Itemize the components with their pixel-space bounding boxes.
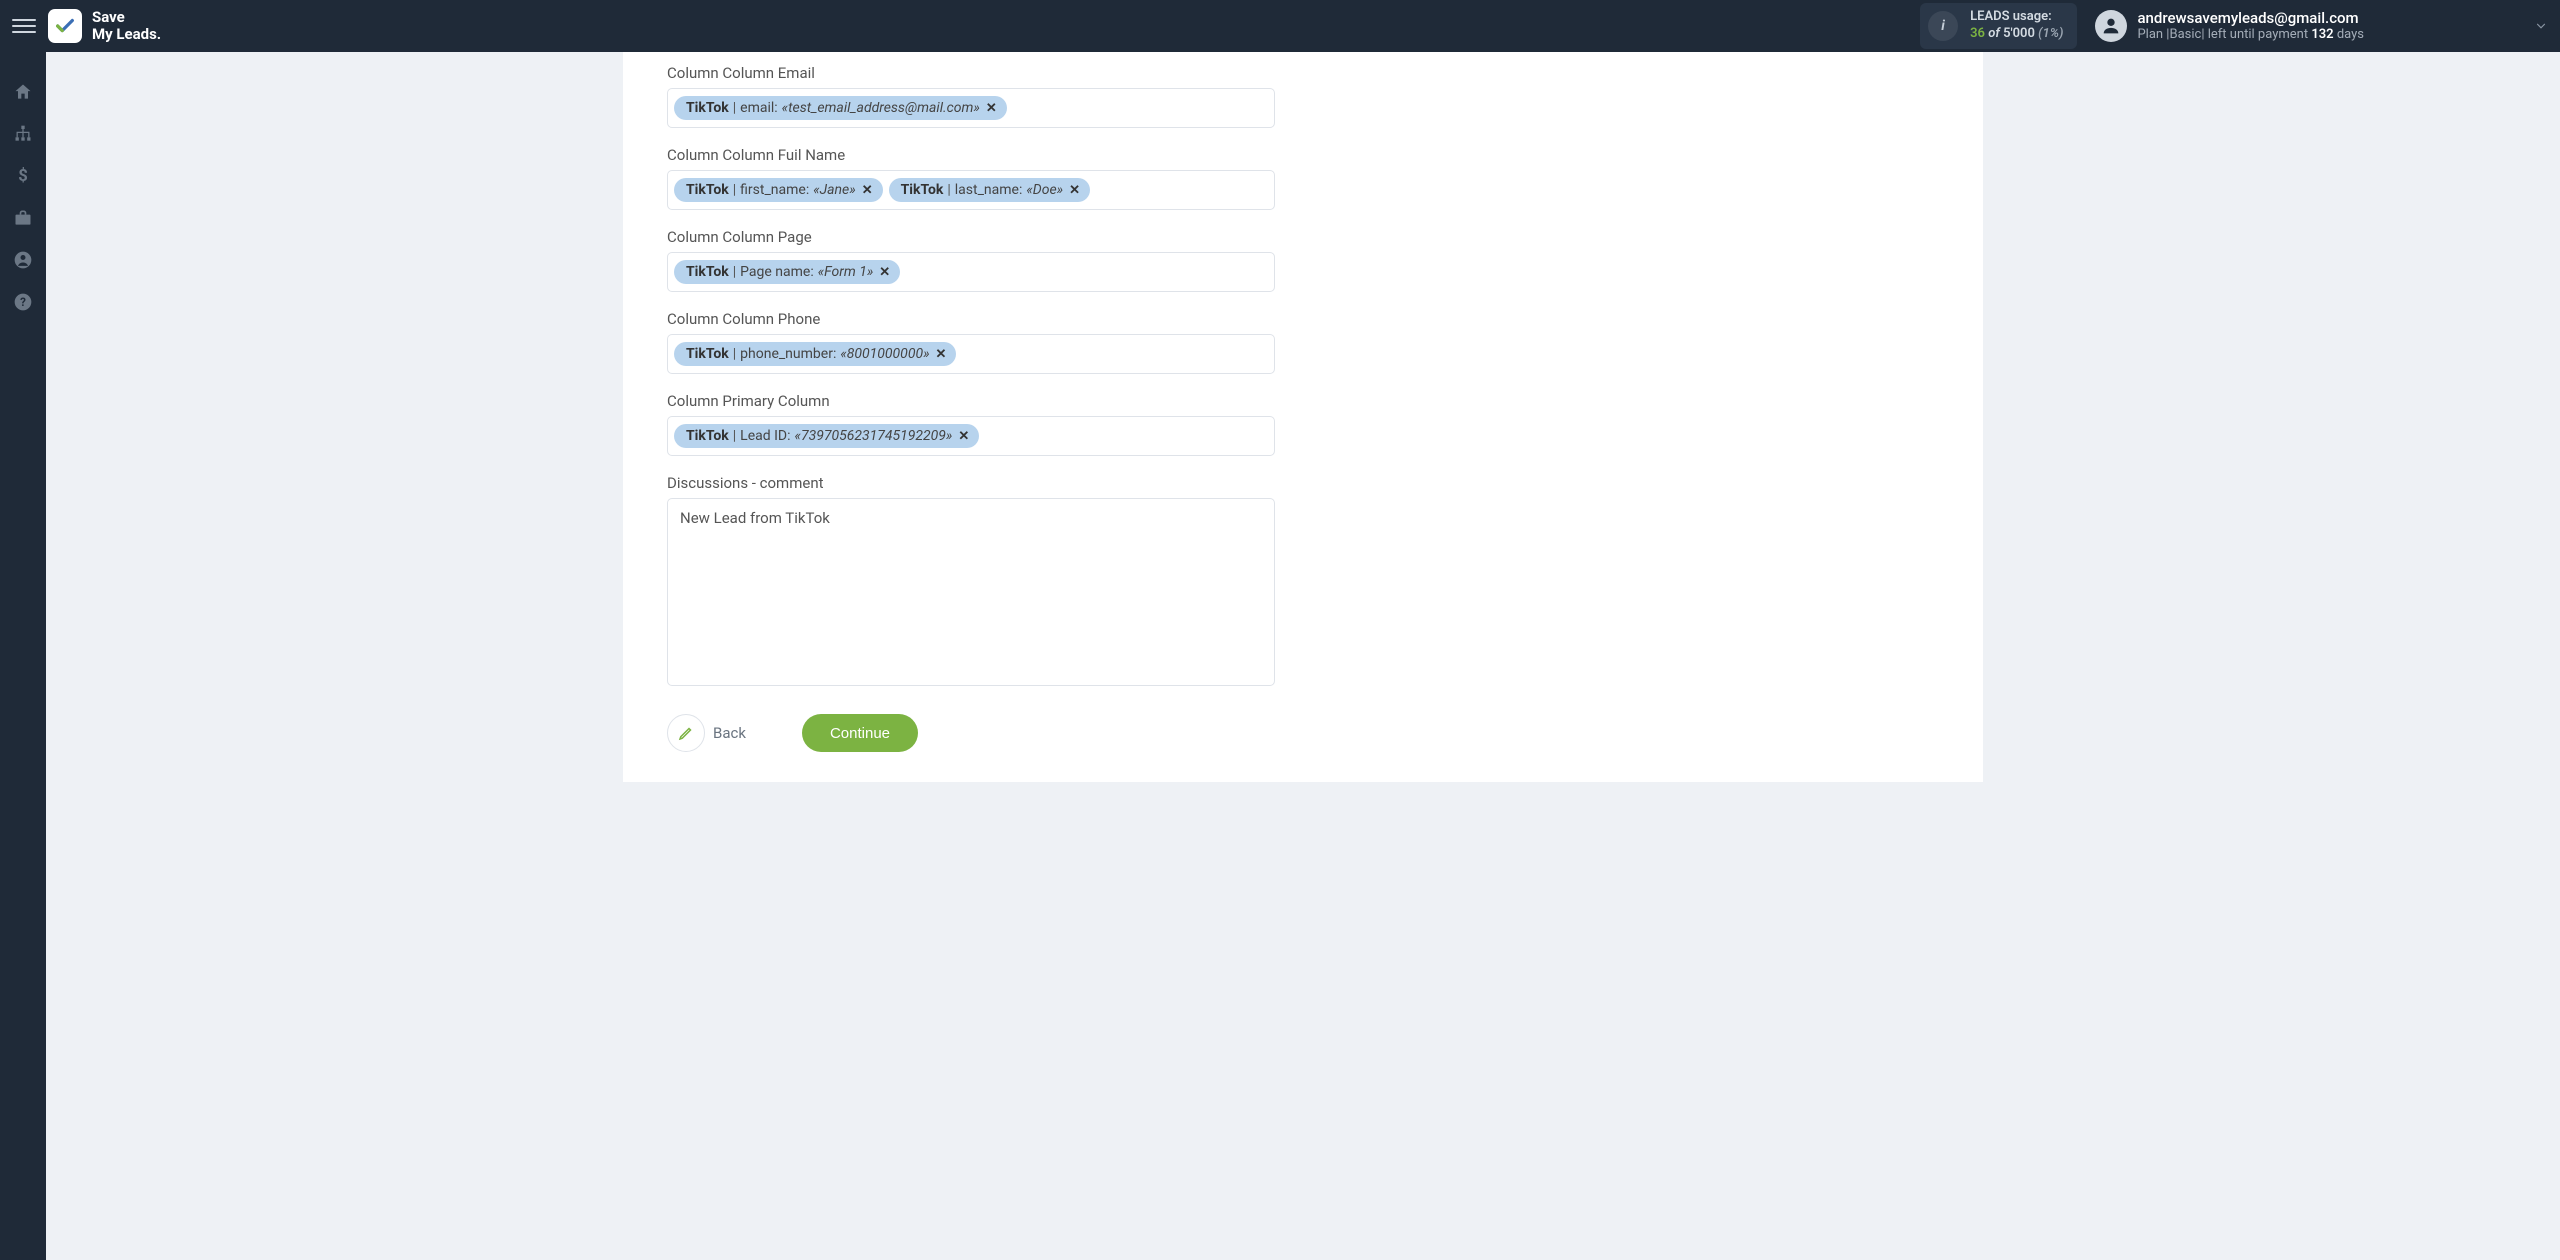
chip-value: «8001000000» [840,346,929,362]
user-plan: Plan |Basic| left until payment 132 days [2137,27,2364,43]
field-label: Column Column Phone [667,310,1939,328]
chip-field: Lead ID: [740,428,790,444]
usage-indicator: i LEADS usage: 36 of 5'000 (1%) [1920,3,2077,49]
chip-remove-icon[interactable]: ✕ [986,101,997,116]
usage-value: 36 of 5'000 (1%) [1970,26,2063,43]
discussion-label: Discussions - comment [667,474,1939,492]
chip-field: Page name: [740,264,814,280]
app-logo[interactable] [48,9,82,43]
field-label: Column Primary Column [667,392,1939,410]
field-group: Column Column Fuil Name TikTok | first_na… [667,146,1939,210]
chip-remove-icon[interactable]: ✕ [1069,183,1080,198]
chip-value: «Jane» [813,182,855,198]
discussion-textarea[interactable]: New Lead from TikTok [667,498,1275,686]
discussion-group: Discussions - comment New Lead from TikT… [667,474,1939,690]
chip-field: email: [740,100,778,116]
field-chip: TikTok | last_name: «Doe» ✕ [889,178,1090,202]
chip-source: TikTok [686,100,729,116]
field-chip: TikTok | email: «test_email_address@mail… [674,96,1007,120]
chip-source: TikTok [686,264,729,280]
avatar-icon [2095,10,2127,42]
sidebar-item-briefcase[interactable] [13,208,33,228]
field-chip: TikTok | Lead ID: «7397056231745192209» … [674,424,979,448]
info-icon: i [1928,11,1958,41]
chip-remove-icon[interactable]: ✕ [862,183,873,198]
chip-source: TikTok [686,428,729,444]
sidebar-item-help[interactable]: ? [13,292,33,312]
token-input[interactable]: TikTok | first_name: «Jane» ✕TikTok | la… [667,170,1275,210]
chip-remove-icon[interactable]: ✕ [879,265,890,280]
chip-source: TikTok [686,346,729,362]
chip-source: TikTok [901,182,944,198]
chip-remove-icon[interactable]: ✕ [936,347,947,362]
form-card: Column Column Email TikTok | email: «test… [623,52,1983,782]
app-header: Save My Leads. i LEADS usage: 36 of 5'00… [0,0,2560,52]
field-group: Column Column Email TikTok | email: «test… [667,64,1939,128]
back-button[interactable]: Back [667,714,746,752]
usage-label: LEADS usage: [1970,9,2063,26]
user-email: andrewsavemyleads@gmail.com [2137,9,2364,28]
user-menu[interactable]: andrewsavemyleads@gmail.com Plan |Basic|… [2095,9,2364,44]
chip-remove-icon[interactable]: ✕ [958,429,969,444]
sidebar-item-billing[interactable]: $ [13,166,33,186]
svg-text:?: ? [20,295,26,309]
continue-button[interactable]: Continue [802,714,918,752]
app-name: Save My Leads. [92,9,161,44]
main-content: Column Column Email TikTok | email: «test… [46,52,2560,822]
field-chip: TikTok | phone_number: «8001000000» ✕ [674,342,956,366]
chip-source: TikTok [686,182,729,198]
chip-value: «Form 1» [818,264,874,280]
field-label: Column Column Email [667,64,1939,82]
field-label: Column Column Fuil Name [667,146,1939,164]
field-chip: TikTok | Page name: «Form 1» ✕ [674,260,900,284]
hamburger-menu-icon[interactable] [12,14,36,38]
user-info: andrewsavemyleads@gmail.com Plan |Basic|… [2137,9,2364,44]
chip-value: «7397056231745192209» [795,428,953,444]
chip-value: «test_email_address@mail.com» [782,100,980,116]
token-input[interactable]: TikTok | Page name: «Form 1» ✕ [667,252,1275,292]
checkmark-icon [54,15,76,37]
chip-field: first_name: [740,182,809,198]
form-footer: Back Continue [667,714,1939,752]
pencil-icon [677,724,695,742]
chip-field: last_name: [955,182,1023,198]
token-input[interactable]: TikTok | email: «test_email_address@mail… [667,88,1275,128]
svg-text:$: $ [18,167,28,186]
chip-field: phone_number: [740,346,836,362]
chevron-down-icon[interactable] [2534,19,2548,33]
token-input[interactable]: TikTok | phone_number: «8001000000» ✕ [667,334,1275,374]
sidebar-item-home[interactable] [13,82,33,102]
back-label: Back [713,724,746,742]
field-label: Column Column Page [667,228,1939,246]
field-chip: TikTok | first_name: «Jane» ✕ [674,178,883,202]
field-group: Column Column Phone TikTok | phone_number… [667,310,1939,374]
token-input[interactable]: TikTok | Lead ID: «7397056231745192209» … [667,416,1275,456]
field-group: Column Column Page TikTok | Page name: «F… [667,228,1939,292]
sidebar-nav: $ ? [0,52,46,1260]
chip-value: «Doe» [1026,182,1063,198]
sidebar-item-flows[interactable] [13,124,33,144]
sidebar-item-account[interactable] [13,250,33,270]
field-group: Column Primary Column TikTok | Lead ID: «… [667,392,1939,456]
